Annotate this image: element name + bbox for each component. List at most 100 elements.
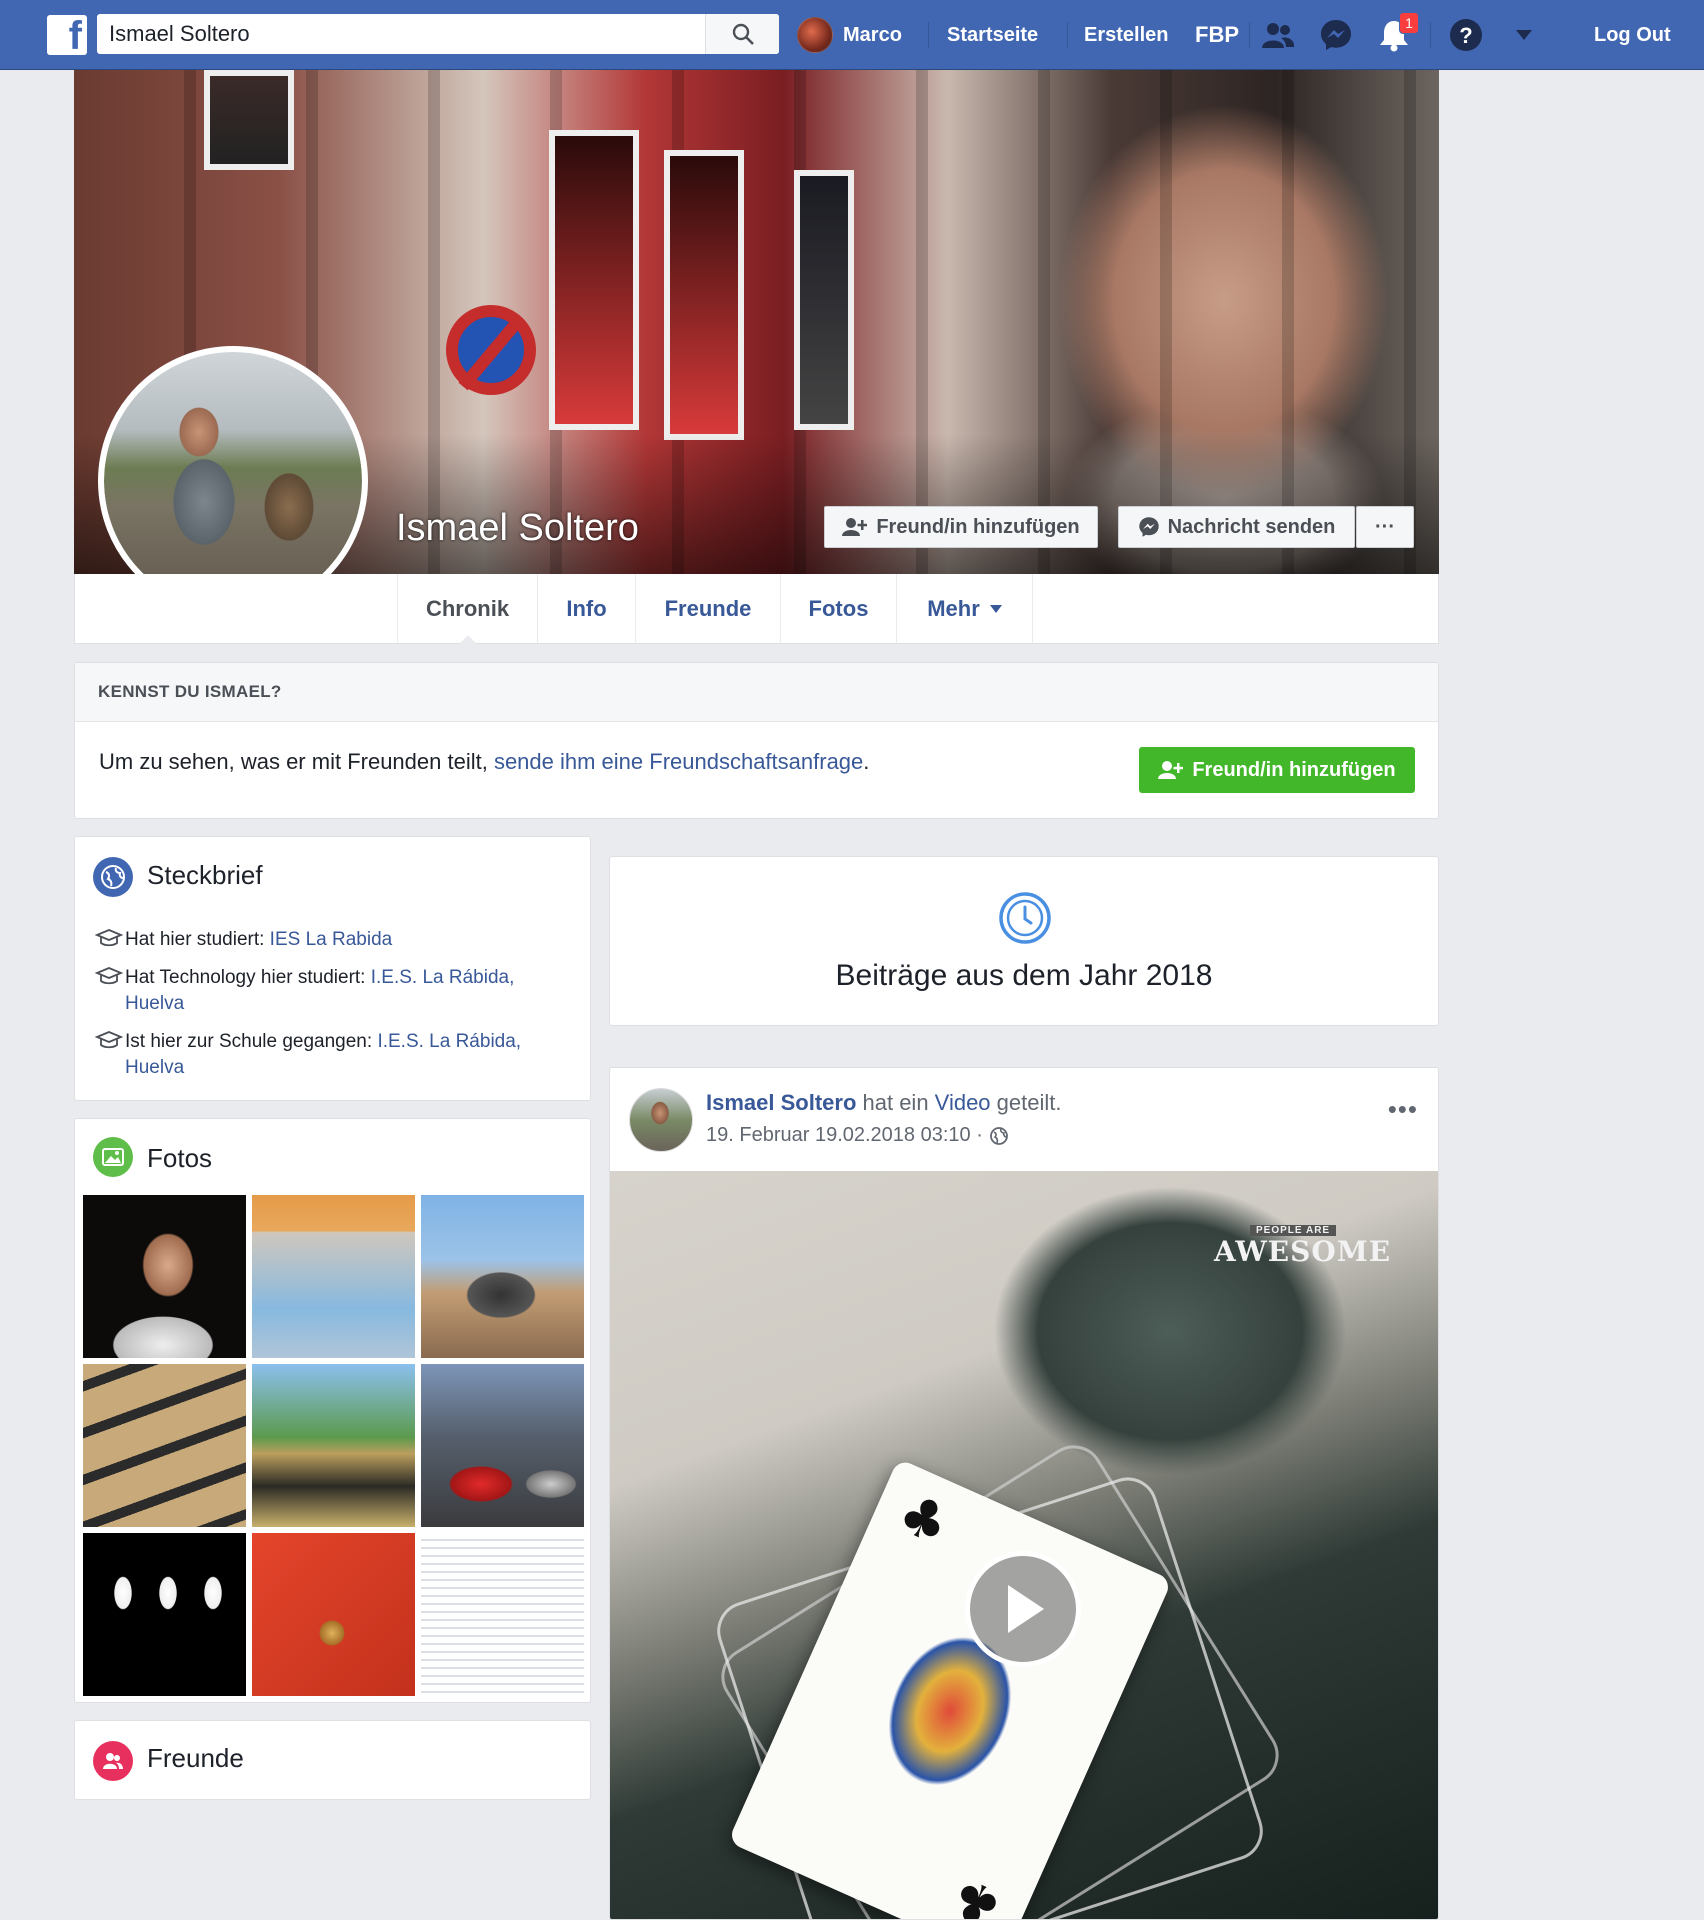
add-friend-green-label: Freund/in hinzufügen (1192, 758, 1396, 781)
post-timestamp: 19. Februar 19.02.2018 03:10 · (706, 1124, 1009, 1147)
add-friend-icon (842, 518, 868, 536)
facebook-logo-icon[interactable]: f (47, 14, 87, 58)
post-options-button[interactable]: ••• (1388, 1094, 1418, 1125)
photo-thumbnail[interactable] (421, 1195, 584, 1358)
tab-friends-label: Freunde (664, 595, 752, 621)
photo-thumbnail[interactable] (421, 1533, 584, 1696)
post-author-avatar[interactable] (629, 1088, 693, 1152)
intro-title: Steckbrief (147, 860, 263, 890)
photo-thumbnail[interactable] (252, 1533, 415, 1696)
photos-card: Fotos (74, 1118, 591, 1703)
intro-item: Hat hier studiert: IES La Rabida (93, 927, 593, 953)
profile-tabs: Chronik Info Freunde Fotos Mehr (74, 574, 1439, 644)
photos-title: Fotos (147, 1143, 213, 1173)
friend-request-link[interactable]: sende ihm eine Freundschaftsanfrage (494, 749, 863, 774)
intro-item-link[interactable]: IES La Rabida (270, 929, 393, 950)
tab-info-label: Info (566, 595, 607, 621)
intro-item-label: Ist hier zur Schule gegangen: (125, 1031, 378, 1052)
search-input[interactable] (97, 14, 705, 54)
svg-text:?: ? (1459, 23, 1472, 48)
know-him-card: KENNST DU ISMAEL? Um zu sehen, was er mi… (74, 662, 1439, 819)
add-friend-green-button[interactable]: Freund/in hinzufügen (1139, 747, 1415, 793)
nav-create-label: Erstellen (1084, 23, 1169, 46)
know-him-title: KENNST DU ISMAEL? (75, 663, 1438, 722)
post-time-label[interactable]: 19. Februar 19.02.2018 03:10 · (706, 1124, 983, 1147)
top-navigation-bar: f Marco Startseite Erstellen FBP 1 ? Log… (0, 0, 1704, 70)
search-icon (732, 23, 754, 45)
know-him-text-prefix: Um zu sehen, was er mit Freunden teilt, (99, 749, 494, 774)
globe-icon (989, 1126, 1008, 1145)
friends-icon (1262, 23, 1295, 48)
photo-thumbnail[interactable] (252, 1364, 415, 1527)
know-him-text: Um zu sehen, was er mit Freunden teilt, … (99, 749, 869, 775)
post-card: Ismael Soltero hat ein Video geteilt. 19… (609, 1067, 1439, 1920)
tab-more-label: Mehr (927, 595, 980, 621)
nav-create-link[interactable]: Erstellen (1084, 0, 1168, 70)
nav-home-link[interactable]: Startseite (947, 0, 1038, 70)
photo-thumbnail[interactable] (83, 1364, 246, 1527)
friends-title: Freunde (147, 1743, 244, 1773)
intro-item-label: Hat Technology hier studiert: (125, 967, 371, 988)
photo-thumbnail[interactable] (83, 1533, 246, 1696)
post-suffix-text: geteilt. (990, 1090, 1062, 1115)
video-player[interactable]: ♣ ♣ PEOPLE ARE AWESOME (610, 1171, 1438, 1919)
graduation-cap-icon (94, 967, 124, 985)
photo-thumbnail[interactable] (83, 1195, 246, 1358)
nav-user-name: Marco (843, 23, 902, 46)
messenger-button[interactable] (1316, 15, 1356, 55)
photo-thumbnail[interactable] (421, 1364, 584, 1527)
user-avatar (797, 17, 833, 53)
year-card[interactable]: Beiträge aus dem Jahr 2018 (609, 856, 1439, 1026)
intro-item: Ist hier zur Schule gegangen: I.E.S. La … (93, 1029, 533, 1081)
watermark: AWESOME (1214, 1235, 1392, 1268)
photo-grid (83, 1195, 584, 1696)
play-button[interactable] (965, 1551, 1081, 1667)
more-options-button[interactable]: ··· (1356, 506, 1414, 548)
tab-photos[interactable]: Fotos (780, 574, 896, 643)
account-menu-button[interactable] (1504, 15, 1544, 55)
graduation-cap-icon (94, 1031, 124, 1049)
add-friend-button[interactable]: Freund/in hinzufügen (824, 506, 1098, 548)
caret-down-icon (1516, 30, 1532, 40)
tab-timeline[interactable]: Chronik (397, 574, 537, 644)
search-button[interactable] (705, 14, 779, 54)
help-button[interactable]: ? (1446, 15, 1486, 55)
intro-item: Hat Technology hier studiert: I.E.S. La … (93, 965, 533, 1017)
tab-timeline-label: Chronik (425, 595, 510, 621)
post-header: Ismael Soltero hat ein Video geteilt. (706, 1090, 1061, 1116)
add-friend-icon (1158, 761, 1184, 779)
nav-fbp-label: FBP (1195, 22, 1239, 47)
year-title: Beiträge aus dem Jahr 2018 (835, 959, 1213, 992)
messenger-icon (1138, 517, 1159, 537)
friends-icon (93, 1741, 133, 1781)
send-message-button[interactable]: Nachricht senden (1118, 506, 1355, 548)
street-sign (446, 305, 536, 395)
search-bar (97, 14, 779, 54)
clock-icon (999, 892, 1051, 944)
nav-profile-link[interactable]: Marco (797, 0, 902, 70)
intro-item-label: Hat hier studiert: (125, 929, 270, 950)
graduation-cap-icon (94, 929, 124, 947)
caret-down-icon (989, 604, 1002, 613)
logout-label: Log Out (1594, 23, 1671, 46)
nav-home-label: Startseite (947, 23, 1039, 46)
post-action-text: hat ein (856, 1090, 935, 1115)
friends-card: Freunde (74, 1720, 591, 1800)
friend-requests-button[interactable] (1258, 15, 1298, 55)
notification-badge: 1 (1399, 12, 1419, 34)
photo-thumbnail[interactable] (252, 1195, 415, 1358)
nav-fbp-link[interactable]: FBP (1195, 0, 1239, 70)
tab-info[interactable]: Info (537, 574, 635, 643)
play-icon (1008, 1585, 1044, 1633)
question-icon: ? (1450, 19, 1482, 51)
messenger-icon (1321, 20, 1351, 50)
post-video-link[interactable]: Video (935, 1090, 991, 1115)
logout-link[interactable]: Log Out (1594, 0, 1671, 70)
tab-more[interactable]: Mehr (896, 574, 1033, 643)
tab-friends[interactable]: Freunde (635, 574, 780, 643)
send-message-label: Nachricht senden (1167, 515, 1336, 538)
know-him-text-suffix: . (863, 749, 870, 774)
post-author-link[interactable]: Ismael Soltero (706, 1090, 856, 1115)
photo-icon (93, 1137, 133, 1177)
intro-card: Steckbrief Hat hier studiert: IES La Rab… (74, 836, 591, 1101)
